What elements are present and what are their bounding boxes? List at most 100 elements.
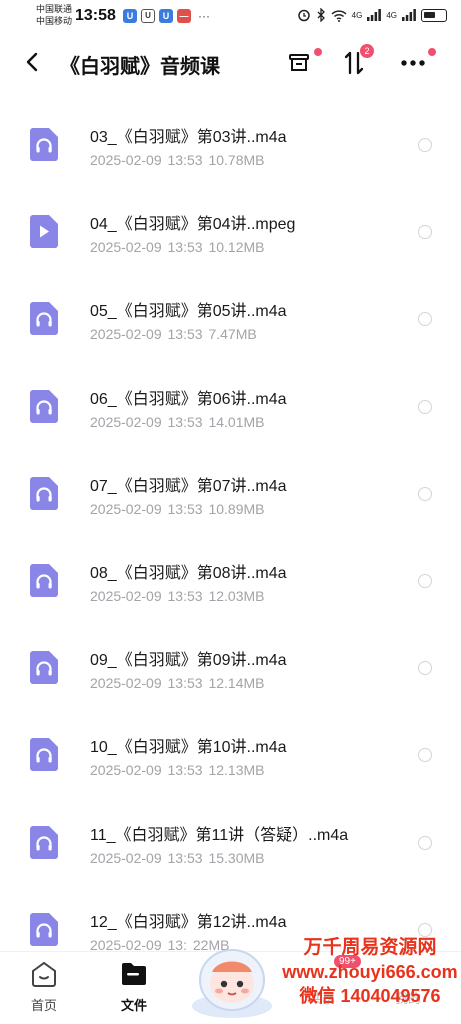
nav-files[interactable]: 文件 xyxy=(104,960,164,1014)
notification-dot xyxy=(314,48,322,56)
back-button[interactable] xyxy=(18,48,46,76)
watermark: 万千周易资源网 www.zhouyi666.com 微信 1404049576 xyxy=(282,936,458,1008)
carrier-1: 中国联通 xyxy=(36,4,73,14)
file-date: 2025-02-09 xyxy=(90,849,162,866)
file-meta: 2025-02-09 13:53 7.47MB xyxy=(90,326,257,342)
file-date: 2025-02-09 xyxy=(90,152,162,168)
audio-file-icon xyxy=(30,912,58,946)
select-radio[interactable] xyxy=(418,661,432,676)
file-meta: 2025-02-09 13:53 12.03MB xyxy=(90,588,265,604)
select-radio[interactable] xyxy=(418,138,432,152)
file-meta: 2025-02-09 13:53 12.13MB xyxy=(90,762,265,778)
archive-button[interactable] xyxy=(282,46,322,80)
file-row[interactable]: 07_《白羽赋》第07讲..m4a 2025-02-09 13:53 10.89… xyxy=(0,451,461,538)
file-row[interactable]: 09_《白羽赋》第09讲..m4a 2025-02-09 13:53 12.14… xyxy=(0,625,461,712)
file-meta: 2025-02-09 13:53 14.01MB xyxy=(90,414,265,430)
more-options-button[interactable] xyxy=(396,46,436,80)
nav-home[interactable]: 首页 xyxy=(14,960,74,1014)
file-time: 13:53 xyxy=(167,849,203,866)
audio-file-icon xyxy=(30,651,58,685)
archive-icon xyxy=(289,54,309,71)
file-name: 05_《白羽赋》第05讲..m4a xyxy=(90,303,287,321)
file-time: 13:53 xyxy=(167,500,203,517)
nav-home-label: 首页 xyxy=(30,998,57,1013)
watermark-line-2: www.zhouyi666.com xyxy=(282,962,458,982)
status-time: 13:58 xyxy=(75,7,116,24)
select-radio[interactable] xyxy=(418,486,432,501)
carrier-2: 中国移动 xyxy=(36,16,73,26)
signal-icon xyxy=(402,9,416,21)
file-meta: 2025-02-09 13:53 15.30MB xyxy=(90,850,265,866)
file-row[interactable]: 08_《白羽赋》第08讲..m4a 2025-02-09 13:53 12.03… xyxy=(0,538,461,625)
chevron-left-icon xyxy=(26,52,38,72)
audio-file-icon xyxy=(30,476,58,510)
file-date: 2025-02-09 xyxy=(90,500,162,517)
audio-file-icon xyxy=(30,825,58,859)
select-radio[interactable] xyxy=(418,922,432,937)
transfer-count-badge: 2 xyxy=(360,44,374,58)
select-radio[interactable] xyxy=(418,573,432,588)
file-time: 13:53 xyxy=(167,239,203,256)
file-date: 2025-02-09 xyxy=(90,239,162,256)
file-row[interactable]: 11_《白羽赋》第11讲（答疑）..m4a 2025-02-09 13:53 1… xyxy=(0,800,461,887)
file-size: 10.12MB xyxy=(208,239,265,256)
file-name: 08_《白羽赋》第08讲..m4a xyxy=(90,564,287,582)
file-name: 10_《白羽赋》第10讲..m4a xyxy=(90,739,287,757)
more-notifications-icon: ··· xyxy=(198,9,210,23)
file-row[interactable]: 05_《白羽赋》第05讲..m4a 2025-02-09 13:53 7.47M… xyxy=(0,276,461,363)
folder-icon xyxy=(122,963,146,985)
home-icon xyxy=(32,961,56,987)
audio-file-icon xyxy=(30,302,58,336)
file-name: 07_《白羽赋》第07讲..m4a xyxy=(90,477,287,495)
file-row[interactable]: 03_《白羽赋》第03讲..m4a 2025-02-09 13:53 10.78… xyxy=(0,102,461,189)
file-name: 04_《白羽赋》第04讲..mpeg xyxy=(90,216,296,234)
mascot-icon[interactable] xyxy=(186,936,278,1020)
file-name: 09_《白羽赋》第09讲..m4a xyxy=(90,652,287,670)
file-size: 10.78MB xyxy=(208,152,265,168)
file-time: 13:53 xyxy=(167,762,203,779)
file-row[interactable]: 06_《白羽赋》第06讲..m4a 2025-02-09 13:53 14.01… xyxy=(0,364,461,451)
file-name: 12_《白羽赋》第12讲..m4a xyxy=(90,913,287,931)
audio-file-icon xyxy=(30,128,58,161)
audio-file-icon xyxy=(30,389,58,423)
select-radio[interactable] xyxy=(418,748,432,763)
file-time: 13:53 xyxy=(167,152,203,168)
page-title: 《白羽赋》音频课 xyxy=(60,56,220,78)
select-radio[interactable] xyxy=(418,225,432,240)
header-bar: 《白羽赋》音频课 2 xyxy=(0,34,461,94)
audio-file-icon xyxy=(30,738,58,772)
carrier-info: 中国联通 中国移动 xyxy=(36,3,72,27)
file-row[interactable]: 10_《白羽赋》第10讲..m4a 2025-02-09 13:53 12.13… xyxy=(0,712,461,799)
select-radio[interactable] xyxy=(418,835,432,850)
more-icon xyxy=(401,60,425,66)
app-notification-icon: U xyxy=(141,9,155,23)
file-date: 2025-02-09 xyxy=(90,587,162,604)
select-radio[interactable] xyxy=(418,399,432,414)
file-name: 06_《白羽赋》第06讲..m4a xyxy=(90,390,287,408)
file-date: 2025-02-09 xyxy=(90,326,162,343)
notification-icons: U U U — ··· xyxy=(123,9,210,23)
file-meta: 2025-02-09 13:53 12.14MB xyxy=(90,675,265,691)
file-date: 2025-02-09 xyxy=(90,675,162,692)
file-list: 03_《白羽赋》第03讲..m4a 2025-02-09 13:53 10.78… xyxy=(0,102,461,974)
file-size: 7.47MB xyxy=(208,326,257,343)
signal-icon xyxy=(367,9,382,21)
select-radio[interactable] xyxy=(418,312,432,327)
file-name: 11_《白羽赋》第11讲（答疑）..m4a xyxy=(90,826,349,844)
watermark-line-3: 微信 1404049576 xyxy=(299,986,441,1006)
network-type-2: 4G xyxy=(386,10,397,20)
file-date: 2025-02-09 xyxy=(90,762,162,779)
file-meta: 2025-02-09 13:53 10.89MB xyxy=(90,501,265,517)
network-type-1: 4G xyxy=(351,10,363,20)
file-row[interactable]: 04_《白羽赋》第04讲..mpeg 2025-02-09 13:53 10.1… xyxy=(0,189,461,276)
app-notification-icon: U xyxy=(123,9,137,23)
status-bar: 中国联通 中国移动 13:58 U U U — ··· 4G 4G xyxy=(0,0,461,34)
bluetooth-icon xyxy=(317,8,325,22)
file-time: 13:53 xyxy=(167,326,203,343)
watermark-line-1: 万千周易资源网 xyxy=(303,937,437,958)
app-notification-icon: U xyxy=(159,9,173,23)
transfer-button[interactable]: 2 xyxy=(337,44,374,80)
notification-dot xyxy=(428,48,436,56)
file-time: 13:53 xyxy=(167,587,203,604)
file-size: 12.14MB xyxy=(208,675,265,692)
